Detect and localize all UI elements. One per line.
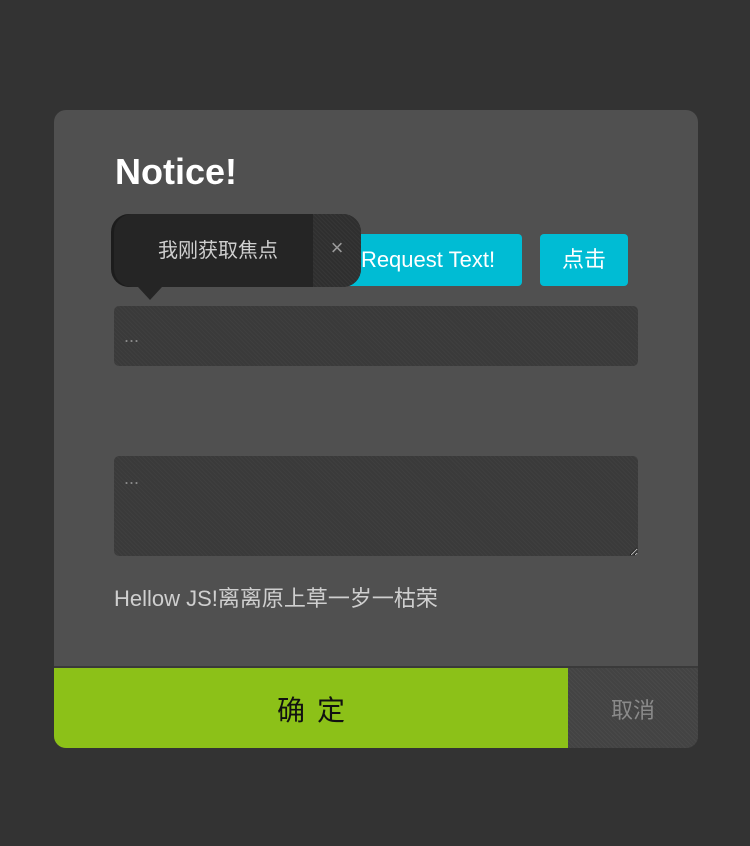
request-text-button[interactable]: Request Text! bbox=[334, 234, 522, 286]
click-button[interactable]: 点击 bbox=[540, 234, 628, 286]
body-text: Hellow JS!离离原上草一岁一枯荣 bbox=[114, 586, 438, 611]
focus-tooltip: 我刚获取焦点 × bbox=[114, 214, 361, 300]
cancel-button[interactable]: 取消 bbox=[568, 668, 698, 748]
tooltip-text: 我刚获取焦点 bbox=[158, 238, 278, 262]
dialog-title: Notice! bbox=[115, 151, 238, 192]
confirm-button[interactable]: 确定 bbox=[54, 668, 568, 748]
dialog-footer: 确定 取消 bbox=[54, 666, 698, 748]
notice-dialog: Notice! Request Text! 点击 Hellow JS!离离原上草… bbox=[54, 110, 698, 748]
close-icon[interactable]: × bbox=[313, 214, 361, 287]
text-input[interactable] bbox=[114, 306, 638, 366]
tooltip-arrow bbox=[138, 287, 162, 300]
text-area[interactable] bbox=[114, 456, 638, 556]
